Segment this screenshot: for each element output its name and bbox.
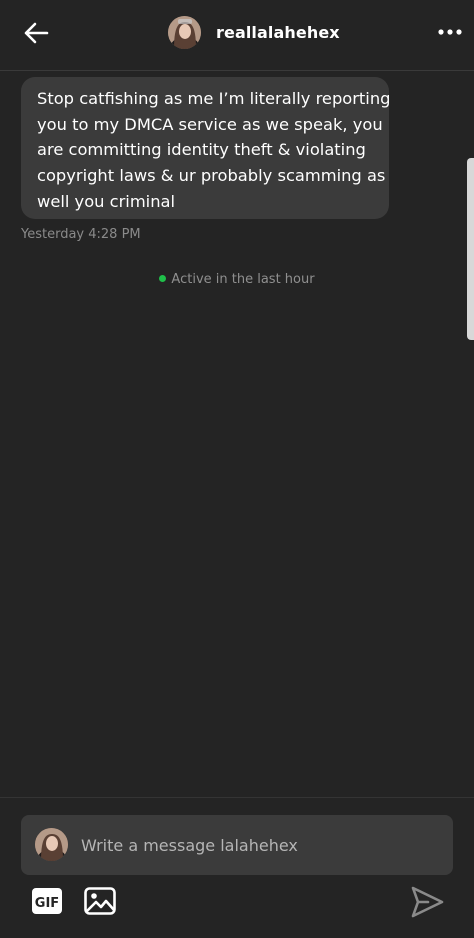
gif-icon: GIF bbox=[32, 888, 62, 914]
message-bubble[interactable]: Stop catfishing as me I’m literally repo… bbox=[21, 77, 391, 219]
message-composer bbox=[21, 815, 453, 875]
more-options-button[interactable] bbox=[434, 20, 466, 44]
arrow-left-icon bbox=[24, 22, 49, 44]
active-status-text: Active in the last hour bbox=[171, 272, 315, 287]
message-text-line: you to my DMCA service as we speak, you bbox=[37, 114, 383, 134]
message-input[interactable] bbox=[81, 815, 441, 875]
gif-button[interactable]: GIF bbox=[30, 885, 64, 917]
send-button[interactable] bbox=[408, 884, 446, 920]
message-text-line: well you criminal bbox=[37, 191, 176, 211]
image-button[interactable] bbox=[83, 885, 117, 917]
message-text-line: are committing identity theft & violatin… bbox=[37, 140, 366, 160]
avatar-photo bbox=[168, 16, 201, 49]
back-button[interactable] bbox=[20, 17, 52, 49]
avatar-photo bbox=[35, 828, 68, 861]
conversation-header: reallalahehex bbox=[0, 0, 474, 71]
conversation-username[interactable]: reallalahehex bbox=[216, 23, 340, 42]
active-status: Active in the last hour bbox=[0, 272, 474, 287]
composer-avatar bbox=[35, 828, 68, 861]
online-status-dot bbox=[159, 275, 167, 282]
message-timestamp: Yesterday 4:28 PM bbox=[21, 227, 141, 242]
scrollbar[interactable] bbox=[467, 158, 474, 340]
divider bbox=[0, 797, 474, 798]
avatar[interactable] bbox=[168, 16, 201, 49]
message-text-line: copyright laws & ur probably scamming as bbox=[37, 166, 386, 186]
more-horizontal-icon bbox=[438, 29, 462, 35]
svg-text:GIF: GIF bbox=[35, 896, 59, 911]
send-icon bbox=[411, 886, 444, 918]
image-icon bbox=[84, 887, 116, 915]
message-text-line: Stop catfishing as me I’m literally repo… bbox=[37, 89, 391, 108]
